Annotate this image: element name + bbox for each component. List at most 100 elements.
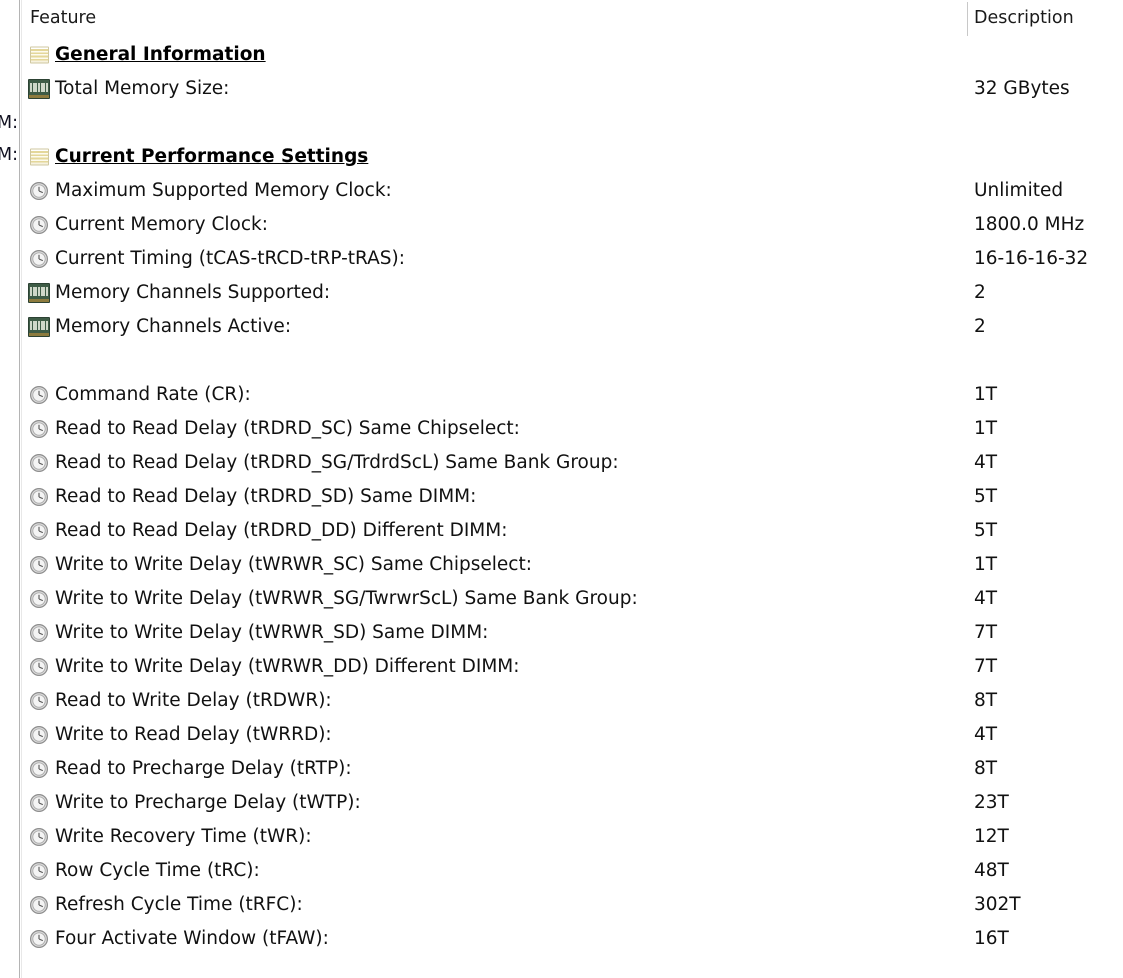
list-row[interactable]: Row Cycle Time (tRC): 48T [22,854,1123,888]
clock-icon [30,692,48,710]
clock-icon [30,420,48,438]
list-row[interactable]: Write to Write Delay (tWRWR_SC) Same Chi… [22,548,1123,582]
clock-icon [30,522,48,540]
list-row[interactable]: Current Timing (tCAS-tRCD-tRP-tRAS): 16-1… [22,242,1123,276]
feature-label: Current Memory Clock: [55,214,268,235]
list-row[interactable]: Command Rate (CR): 1T [22,378,1123,412]
list-row[interactable]: Read to Read Delay (tRDRD_SG/TrdrdScL) S… [22,446,1123,480]
clock-icon [30,930,48,948]
panel-divider [19,0,20,978]
list-row[interactable]: Current Memory Clock: 1800.0 MHz [22,208,1123,242]
clock-icon [30,896,48,914]
description-value: 16T [974,928,1009,949]
list-row[interactable]: Read to Write Delay (tRDWR): 8T [22,684,1123,718]
rows-container: General Information Total Memory Size: 32 … [22,38,1123,956]
feature-label: Total Memory Size: [55,78,230,99]
list-row[interactable]: Read to Read Delay (tRDRD_SC) Same Chips… [22,412,1123,446]
feature-label: Write Recovery Time (tWR): [55,826,312,847]
clock-icon [30,454,48,472]
description-value: 4T [974,452,998,473]
left-fragment-text-2: M: [0,145,18,165]
list-row[interactable]: Maximum Supported Memory Clock: Unlimited [22,174,1123,208]
feature-label: Refresh Cycle Time (tRFC): [55,894,303,915]
feature-label: Read to Write Delay (tRDWR): [55,690,332,711]
list-row-spacer [22,106,1123,140]
description-value: 12T [974,826,1009,847]
description-value: 5T [974,486,998,507]
feature-label: Row Cycle Time (tRC): [55,860,260,881]
feature-label: Memory Channels Supported: [55,282,331,303]
feature-label: Command Rate (CR): [55,384,251,405]
dimm-stick-icon [28,317,50,337]
list-group-row[interactable]: Current Performance Settings [22,140,1123,174]
clock-icon [30,182,48,200]
description-value: 1T [974,384,998,405]
description-value: 8T [974,758,998,779]
description-value: 7T [974,622,998,643]
feature-label: Read to Precharge Delay (tRTP): [55,758,352,779]
feature-label: Write to Write Delay (tWRWR_SC) Same Chi… [55,554,532,575]
feature-label: Memory Channels Active: [55,316,292,337]
list-row[interactable]: Write to Read Delay (tWRRD): 4T [22,718,1123,752]
description-value: 8T [974,690,998,711]
list-row[interactable]: Four Activate Window (tFAW): 16T [22,922,1123,956]
description-value: 4T [974,588,998,609]
description-value: 2 [974,316,986,337]
description-value: 1T [974,418,998,439]
dimm-stick-icon [28,79,50,99]
description-value: 1800.0 MHz [974,214,1085,235]
description-value: 16-16-16-32 [974,248,1089,269]
description-value: 5T [974,520,998,541]
memory-module-icon [30,46,49,64]
list-row[interactable]: Refresh Cycle Time (tRFC): 302T [22,888,1123,922]
list-row[interactable]: Read to Precharge Delay (tRTP): 8T [22,752,1123,786]
feature-label: Read to Read Delay (tRDRD_DD) Different … [55,520,508,541]
list-row[interactable]: Write Recovery Time (tWR): 12T [22,820,1123,854]
clock-icon [30,590,48,608]
feature-label: Maximum Supported Memory Clock: [55,180,392,201]
feature-label: Write to Write Delay (tWRWR_DD) Differen… [55,656,520,677]
list-column-header: Feature Description [22,0,1123,38]
feature-label: Read to Read Delay (tRDRD_SD) Same DIMM: [55,486,477,507]
list-row[interactable]: Write to Write Delay (tWRWR_DD) Differen… [22,650,1123,684]
feature-label: Four Activate Window (tFAW): [55,928,329,949]
clock-icon [30,386,48,404]
description-value: 48T [974,860,1009,881]
clock-icon [30,216,48,234]
list-row[interactable]: Write to Write Delay (tWRWR_SG/TwrwrScL)… [22,582,1123,616]
memory-details-list: Feature Description General Information T… [22,0,1123,978]
clock-icon [30,760,48,778]
column-header-divider[interactable] [967,2,968,36]
list-row[interactable]: Read to Read Delay (tRDRD_DD) Different … [22,514,1123,548]
list-row[interactable]: Memory Channels Supported: 2 [22,276,1123,310]
clock-icon [30,794,48,812]
list-group-row[interactable]: General Information [22,38,1123,72]
feature-label: Read to Read Delay (tRDRD_SG/TrdrdScL) S… [55,452,619,473]
clock-icon [30,556,48,574]
column-header-feature[interactable]: Feature [30,8,96,28]
clock-icon [30,624,48,642]
column-header-description[interactable]: Description [974,8,1074,28]
list-row[interactable]: Read to Read Delay (tRDRD_SD) Same DIMM:… [22,480,1123,514]
list-row[interactable]: Write to Precharge Delay (tWTP): 23T [22,786,1123,820]
description-value: 302T [974,894,1021,915]
clock-icon [30,726,48,744]
description-value: Unlimited [974,180,1064,201]
feature-label: Write to Precharge Delay (tWTP): [55,792,361,813]
memory-module-icon [30,148,49,166]
group-label: Current Performance Settings [55,146,369,167]
feature-label: Write to Write Delay (tWRWR_SG/TwrwrScL)… [55,588,638,609]
list-row[interactable]: Total Memory Size: 32 GBytes [22,72,1123,106]
description-value: 32 GBytes [974,78,1070,99]
feature-label: Read to Read Delay (tRDRD_SC) Same Chips… [55,418,520,439]
group-label: General Information [55,44,266,65]
description-value: 4T [974,724,998,745]
description-value: 1T [974,554,998,575]
list-row[interactable]: Memory Channels Active: 2 [22,310,1123,344]
list-row[interactable]: Write to Write Delay (tWRWR_SD) Same DIM… [22,616,1123,650]
left-fragment-text-1: M: [0,113,18,133]
list-row-spacer [22,344,1123,378]
clock-icon [30,250,48,268]
feature-label: Current Timing (tCAS-tRCD-tRP-tRAS): [55,248,405,269]
description-value: 23T [974,792,1009,813]
